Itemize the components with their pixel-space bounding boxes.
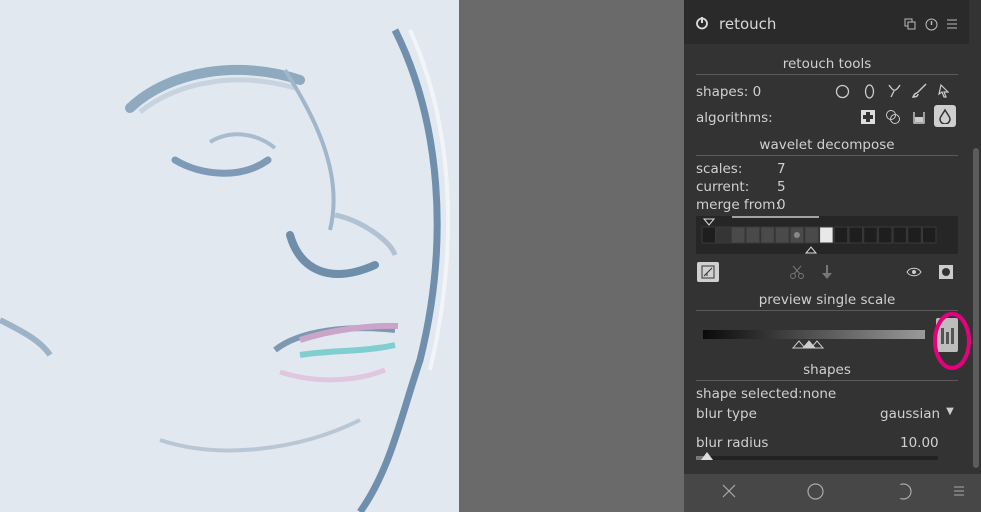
wavelet-scale-cell: [907, 226, 922, 244]
retouch-module-panel: retouch retouch tools shapes: 0 algorith…: [684, 0, 981, 512]
display-wavelet-scale-icon[interactable]: [697, 262, 719, 282]
current-value: 5: [777, 179, 786, 195]
cut-icon[interactable]: [788, 263, 806, 281]
shape-selected-label: shape selected:none: [696, 386, 837, 402]
section-wavelet-decompose: wavelet decompose: [696, 137, 958, 156]
wavelet-scale-cell: [833, 226, 849, 244]
wavelet-scale-cell: [892, 226, 908, 244]
circle-icon[interactable]: [806, 482, 824, 500]
image-preview[interactable]: [0, 0, 459, 512]
wavelet-scale-cell: [804, 226, 819, 244]
section-preview-single-scale: preview single scale: [696, 292, 958, 311]
wavelet-scale-cell: [848, 226, 863, 244]
preview-levels-gradient[interactable]: [703, 330, 925, 339]
fill-algorithm-icon[interactable]: [910, 108, 928, 126]
section-retouch-tools: retouch tools: [696, 56, 958, 75]
show-hide-shapes-icon[interactable]: [936, 82, 952, 98]
face-image: [0, 0, 459, 512]
scales-value: 7: [777, 161, 786, 177]
canvas-background: [459, 0, 684, 512]
heal-algorithm-icon[interactable]: [859, 108, 877, 126]
merge-from-value: 0: [777, 197, 786, 213]
current-scale-dot: [793, 232, 800, 238]
blur-radius-value: 10.00: [900, 435, 939, 451]
blur-radius-label: blur radius: [696, 435, 769, 451]
presets-menu-icon[interactable]: [945, 17, 959, 31]
brush-shape-icon[interactable]: [911, 82, 927, 98]
wavelet-scale-cell: [877, 226, 893, 244]
wavelet-scale-cell: [775, 226, 790, 244]
levels-markers[interactable]: [789, 339, 829, 349]
wavelet-scale-cell: [730, 226, 746, 244]
ellipse-shape-icon[interactable]: [861, 83, 877, 99]
dropdown-arrow-icon[interactable]: ▼: [944, 404, 956, 418]
path-shape-icon[interactable]: [886, 82, 902, 98]
blur-algorithm-icon[interactable]: [934, 105, 956, 127]
close-icon[interactable]: [720, 482, 738, 500]
wavelet-scale-cell: [863, 226, 878, 244]
clone-algorithm-icon[interactable]: [884, 108, 902, 126]
algorithms-label: algorithms:: [696, 110, 773, 126]
reset-icon[interactable]: [924, 17, 938, 31]
wavelet-scale-cell: [819, 226, 834, 244]
circle-shape-icon[interactable]: [834, 83, 850, 99]
scales-label: scales:: [696, 161, 743, 177]
bottom-toolbar: [684, 474, 981, 512]
section-shapes: shapes: [696, 362, 958, 381]
wavelet-scale-cell: [760, 226, 775, 244]
panel-scrollbar[interactable]: [973, 148, 979, 468]
mask-display-icon[interactable]: [937, 263, 955, 281]
wavelet-scale-bar[interactable]: [696, 216, 958, 254]
paste-icon[interactable]: [818, 263, 836, 281]
blur-type-value[interactable]: gaussian: [880, 406, 940, 422]
shapes-count-label: shapes: 0: [696, 84, 762, 100]
moon-icon[interactable]: [894, 482, 912, 500]
wavelet-scale-cell: [716, 226, 731, 244]
power-icon[interactable]: [694, 15, 710, 31]
module-header[interactable]: retouch: [684, 0, 969, 44]
multi-instance-icon[interactable]: [903, 17, 917, 31]
blur-type-label: blur type: [696, 406, 757, 422]
wavelet-scale-cell: [922, 226, 937, 244]
merge-from-label: merge from:: [696, 197, 780, 213]
blur-radius-slider[interactable]: [696, 452, 938, 460]
wavelet-scale-cell: [701, 226, 716, 244]
eye-icon[interactable]: [905, 263, 923, 281]
wavelet-scale-cell: [745, 226, 761, 244]
menu-icon[interactable]: [952, 482, 966, 500]
current-label: current:: [696, 179, 750, 195]
module-title: retouch: [719, 15, 777, 33]
